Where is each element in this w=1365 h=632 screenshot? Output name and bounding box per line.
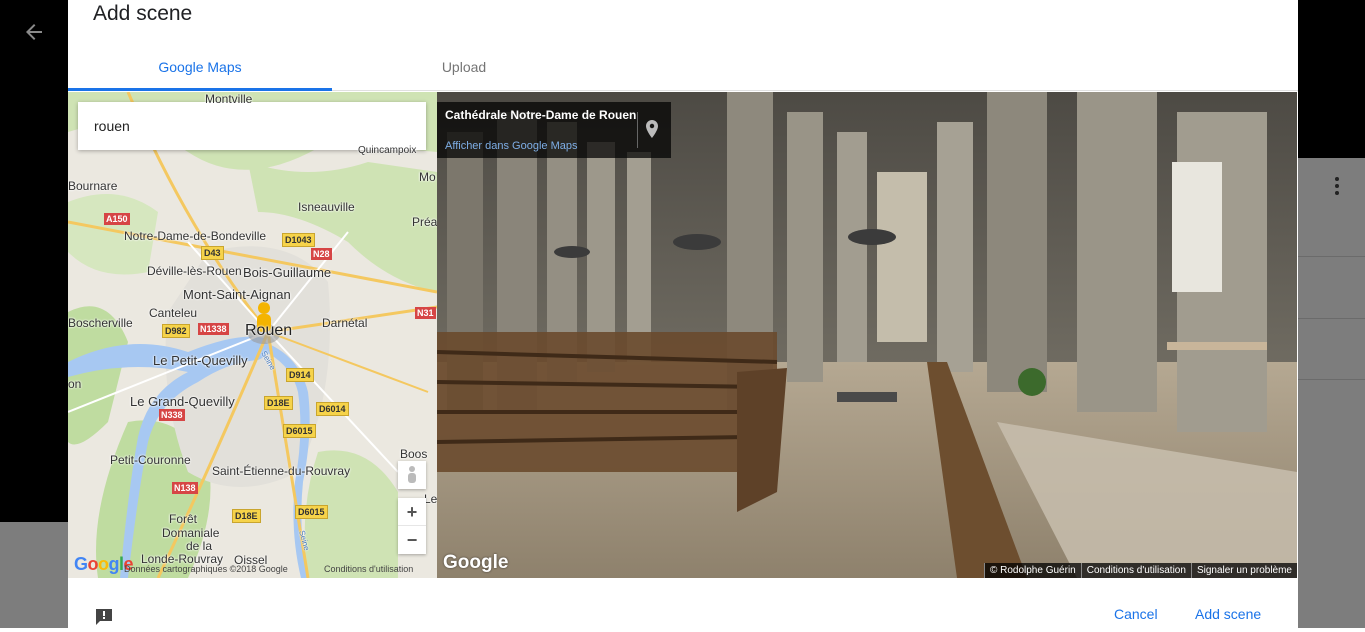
map-label: Domaniale xyxy=(162,526,220,540)
street-view-panorama[interactable]: Cathédrale Notre-Dame de Rouen Afficher … xyxy=(437,92,1297,578)
panorama-image xyxy=(437,92,1297,578)
zoom-control: + − xyxy=(398,498,426,554)
map-view[interactable]: rouen Montville Quincampoix Bournare Mo … xyxy=(68,92,437,578)
map-label: Petit-Couronne xyxy=(110,453,191,467)
map-label: Saint-Étienne-du-Rouvray xyxy=(212,464,351,478)
add-scene-button[interactable]: Add scene xyxy=(1195,606,1261,622)
back-arrow-icon[interactable] xyxy=(22,20,46,44)
location-pin-icon[interactable] xyxy=(637,112,665,148)
map-label: Préa xyxy=(412,215,437,229)
google-logo-streetview: Google xyxy=(443,552,509,573)
streetview-footer: © Rodolphe Guérin Conditions d'utilisati… xyxy=(983,563,1297,578)
map-label: Déville-lès-Rouen xyxy=(147,264,242,278)
map-label: Mont-Saint-Aignan xyxy=(183,287,291,302)
map-label: Le Petit-Quevilly xyxy=(153,353,248,368)
background-left-panel xyxy=(0,158,68,522)
source-tabs: Google Maps Upload xyxy=(68,48,1298,91)
map-label: Boos xyxy=(400,447,428,461)
map-label: Boscherville xyxy=(68,316,133,330)
map-label: de la xyxy=(186,539,213,553)
map-label: Canteleu xyxy=(149,306,198,320)
map-attribution: Données cartographiques ©2018 Google xyxy=(124,564,288,574)
add-scene-dialog: Add scene Google Maps Upload rouen Montv… xyxy=(68,0,1298,628)
tab-upload[interactable]: Upload xyxy=(332,48,596,91)
zoom-out-button[interactable]: − xyxy=(398,526,426,554)
more-options-icon[interactable] xyxy=(1330,177,1344,199)
map-label: Quincampoix xyxy=(358,145,417,156)
map-label: Forêt xyxy=(169,512,198,526)
place-name: Cathédrale Notre-Dame de Rouen xyxy=(445,108,637,122)
map-label: Notre-Dame-de-Bondeville xyxy=(124,229,267,243)
report-problem-link[interactable]: Signaler un problème xyxy=(1190,563,1297,578)
road-shield: D6015 xyxy=(295,505,328,519)
background-right-panel xyxy=(1298,158,1365,628)
road-shield: N1338 xyxy=(198,323,229,335)
map-label: Bois-Guillaume xyxy=(243,265,332,280)
road-shield: N338 xyxy=(159,409,185,421)
background-left-lower xyxy=(0,522,68,628)
road-shield: D6015 xyxy=(283,424,316,438)
photo-author[interactable]: © Rodolphe Guérin xyxy=(983,563,1081,578)
map-label: Le Grand-Quevilly xyxy=(130,394,235,409)
road-shield: D982 xyxy=(162,324,190,338)
road-shield: D6014 xyxy=(316,402,349,416)
road-shield: N28 xyxy=(311,248,332,260)
cancel-button[interactable]: Cancel xyxy=(1114,606,1158,622)
map-label: Mo xyxy=(419,170,436,184)
road-shield: A150 xyxy=(104,213,130,225)
road-shield: D43 xyxy=(201,246,224,260)
road-shield: D1043 xyxy=(282,233,315,247)
dialog-title: Add scene xyxy=(93,2,193,25)
map-search-box[interactable]: rouen xyxy=(78,102,426,150)
zoom-in-button[interactable]: + xyxy=(398,498,426,526)
tab-google-maps[interactable]: Google Maps xyxy=(68,48,332,91)
search-input[interactable]: rouen xyxy=(94,102,130,150)
road-shield: D914 xyxy=(286,368,314,382)
map-label: on xyxy=(68,377,82,391)
active-tab-indicator xyxy=(68,88,332,91)
place-info-card: Cathédrale Notre-Dame de Rouen Afficher … xyxy=(437,102,671,158)
open-in-maps-link[interactable]: Afficher dans Google Maps xyxy=(445,140,577,152)
map-terms-link[interactable]: Conditions d'utilisation xyxy=(324,564,413,574)
map-label-rouen: Rouen xyxy=(245,322,293,339)
streetview-terms-link[interactable]: Conditions d'utilisation xyxy=(1080,563,1191,578)
map-label: Isneauville xyxy=(298,200,355,214)
map-label: Darnétal xyxy=(322,316,368,330)
feedback-icon[interactable] xyxy=(94,607,114,627)
road-shield: D18E xyxy=(264,396,293,410)
pegman-control[interactable] xyxy=(398,461,426,489)
road-shield: N138 xyxy=(172,482,198,494)
map-label: Montville xyxy=(205,92,253,106)
road-shield: D18E xyxy=(232,509,261,523)
road-shield: N31 xyxy=(415,307,436,319)
map-label: Bournare xyxy=(68,179,118,193)
